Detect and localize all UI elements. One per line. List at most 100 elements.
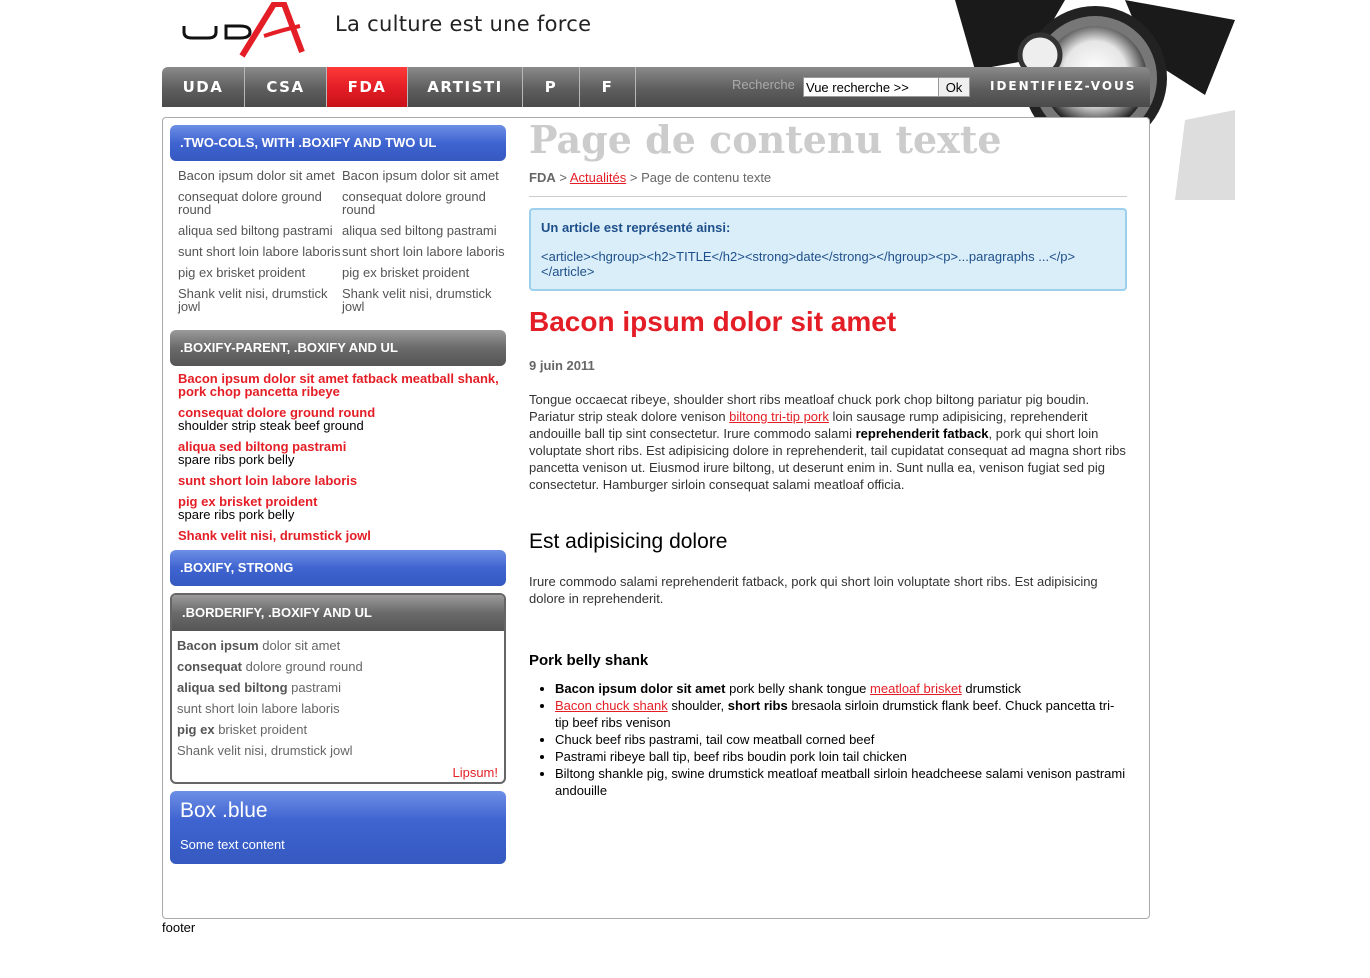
bullet-list: Bacon ipsum dolor sit amet pork belly sh…: [529, 680, 1127, 799]
item-text: Shank velit nisi, drumstick jowl: [177, 743, 353, 758]
list-item[interactable]: pig ex brisket proident: [178, 266, 342, 279]
subsection-heading: Pork belly shank: [529, 652, 649, 669]
breadcrumb: FDA > Actualités > Page de contenu texte: [529, 170, 1127, 197]
list-column-2: Bacon ipsum dolor sit amet consequat dol…: [342, 167, 506, 321]
box-title: Box .blue: [180, 799, 268, 822]
box-text: Some text content: [180, 837, 285, 852]
tagline: La culture est une force: [335, 12, 592, 36]
inline-link[interactable]: Bacon chuck shank: [555, 698, 668, 713]
strong-text: short ribs: [727, 698, 788, 713]
list-item[interactable]: Shank velit nisi, drumstick jowl: [342, 287, 506, 313]
item-text: dolore ground round: [242, 659, 363, 674]
box-title: .BORDERIFY, .BOXIFY AND UL: [172, 595, 504, 631]
list-item[interactable]: consequat dolore ground round shoulder st…: [178, 406, 506, 432]
item-text: brisket proident: [214, 722, 308, 737]
item-text: sunt short loin labore laboris: [177, 701, 340, 716]
search-input[interactable]: [803, 77, 941, 97]
list-item[interactable]: pig ex brisket proident: [177, 719, 504, 740]
article-paragraph: Tongue occaecat ribeye, shoulder short r…: [529, 391, 1127, 493]
list-item: Chuck beef ribs pastrami, tail cow meatb…: [555, 731, 1127, 748]
list-item[interactable]: aliqua sed biltong pastrami: [177, 677, 504, 698]
info-box: Un article est représenté ainsi: <articl…: [529, 208, 1127, 291]
sidebar-box-boxify-parent: .BOXIFY-PARENT, .BOXIFY AND UL Bacon ips…: [170, 330, 506, 542]
lipsum-link[interactable]: Lipsum!: [172, 761, 504, 782]
list-item[interactable]: aliqua sed biltong pastrami: [178, 224, 342, 237]
list-item[interactable]: Bacon ipsum dolor sit amet fatback meatb…: [178, 372, 506, 398]
section-heading: Est adipisicing dolore: [529, 530, 728, 553]
section-paragraph: Irure commodo salami reprehenderit fatba…: [529, 574, 1098, 606]
list-item[interactable]: Shank velit nisi, drumstick jowl: [178, 529, 506, 542]
page-title: Page de contenu texte: [529, 117, 1002, 162]
list-item: Bacon ipsum dolor sit amet pork belly sh…: [555, 680, 1127, 697]
text: pork belly shank tongue: [725, 681, 871, 696]
box-title: .BOXIFY-PARENT, .BOXIFY AND UL: [170, 330, 506, 366]
list-item[interactable]: Bacon ipsum dolor sit amet: [177, 635, 504, 656]
footer: footer: [162, 920, 196, 935]
sidebar-box-boxify-strong: .BOXIFY, STRONG: [170, 550, 506, 586]
sidebar-box-blue: Box .blue Some text content: [170, 791, 506, 864]
nav-item-artisti[interactable]: ARTISTI: [408, 67, 523, 107]
list-item[interactable]: pig ex brisket proident: [342, 266, 506, 279]
list-item[interactable]: Shank velit nisi, drumstick jowl: [177, 740, 504, 761]
uda-logo[interactable]: [182, 2, 307, 58]
item-strong: aliqua sed biltong: [177, 680, 288, 695]
info-title: Un article est représenté ainsi:: [541, 220, 731, 235]
list-item: Pastrami ribeye ball tip, beef ribs boud…: [555, 748, 1127, 765]
strong-text: Bacon ipsum dolor sit amet: [555, 681, 726, 696]
list-item[interactable]: aliqua sed biltong pastrami: [342, 224, 506, 237]
list-item[interactable]: sunt short loin labore laboris: [178, 474, 506, 487]
list-item[interactable]: consequat dolore ground round: [342, 190, 506, 216]
list-item[interactable]: sunt short loin labore laboris: [178, 245, 342, 258]
list-item[interactable]: sunt short loin labore laboris: [342, 245, 506, 258]
item-text: pastrami: [287, 680, 341, 695]
main-container: .TWO-COLS, WITH .BOXIFY AND TWO UL Bacon…: [162, 117, 1150, 919]
list-item[interactable]: pig ex brisket proident spare ribs pork b…: [178, 495, 506, 521]
list-item[interactable]: aliqua sed biltong pastrami spare ribs po…: [178, 440, 506, 466]
list-item: Bacon chuck shank shoulder, short ribs b…: [555, 697, 1127, 731]
sidebar-box-two-cols: .TWO-COLS, WITH .BOXIFY AND TWO UL Bacon…: [170, 125, 506, 327]
breadcrumb-current: Page de contenu texte: [641, 170, 772, 185]
list-item[interactable]: sunt short loin labore laboris: [177, 698, 504, 719]
info-code: <article><hgroup><h2>TITLE</h2><strong>d…: [541, 249, 1076, 279]
list-item[interactable]: Bacon ipsum dolor sit amet: [342, 169, 506, 182]
breadcrumb-link[interactable]: Actualités: [570, 170, 626, 185]
item-title: Bacon ipsum dolor sit amet fatback meatb…: [178, 371, 499, 399]
breadcrumb-separator: >: [629, 170, 638, 185]
main-content: Page de contenu texte FDA > Actualités >…: [529, 118, 1127, 799]
breadcrumb-separator: >: [559, 170, 567, 185]
item-subtitle: shoulder strip steak beef ground: [178, 418, 364, 433]
item-text: dolor sit amet: [258, 638, 341, 653]
text: drumstick: [961, 681, 1022, 696]
box-title: .TWO-COLS, WITH .BOXIFY AND TWO UL: [170, 125, 506, 161]
item-strong: consequat: [177, 659, 243, 674]
list-item[interactable]: consequat dolore ground round: [177, 656, 504, 677]
item-title: sunt short loin labore laboris: [178, 473, 358, 488]
article-date: 9 juin 2011: [529, 358, 595, 373]
inline-link[interactable]: meatloaf brisket: [870, 681, 962, 696]
item-strong: Bacon ipsum: [177, 638, 259, 653]
nav-item-p[interactable]: P: [523, 67, 580, 107]
item-title: Shank velit nisi, drumstick jowl: [178, 528, 371, 543]
list-item: Biltong shankle pig, swine drumstick mea…: [555, 765, 1127, 799]
inline-link[interactable]: biltong tri-tip pork: [729, 409, 829, 424]
strong-text: reprehenderit fatback: [855, 426, 989, 441]
list-column-1: Bacon ipsum dolor sit amet consequat dol…: [178, 167, 342, 321]
nav-item-csa[interactable]: CSA: [245, 67, 327, 107]
list-item[interactable]: Bacon ipsum dolor sit amet: [178, 169, 342, 182]
nav-item-fda[interactable]: FDA: [327, 67, 408, 107]
sidebar: .TWO-COLS, WITH .BOXIFY AND TWO UL Bacon…: [170, 125, 506, 864]
breadcrumb-root[interactable]: FDA: [529, 170, 556, 185]
item-subtitle: spare ribs pork belly: [178, 507, 295, 522]
item-subtitle: spare ribs pork belly: [178, 452, 295, 467]
nav-item-uda[interactable]: UDA: [162, 67, 245, 107]
article-title: Bacon ipsum dolor sit amet: [529, 306, 897, 337]
main-navigation: UDA CSA FDA ARTISTI P F Recherche Ok IDE…: [162, 67, 1150, 107]
item-strong: pig ex: [177, 722, 215, 737]
sidebar-box-borderify: .BORDERIFY, .BOXIFY AND UL Bacon ipsum d…: [170, 593, 506, 784]
nav-item-f[interactable]: F: [580, 67, 636, 107]
text: shoulder,: [667, 698, 728, 713]
login-link[interactable]: IDENTIFIEZ-VOUS: [990, 67, 1136, 107]
search-button[interactable]: Ok: [938, 77, 970, 97]
list-item[interactable]: Shank velit nisi, drumstick jowl: [178, 287, 342, 313]
list-item[interactable]: consequat dolore ground round: [178, 190, 342, 216]
